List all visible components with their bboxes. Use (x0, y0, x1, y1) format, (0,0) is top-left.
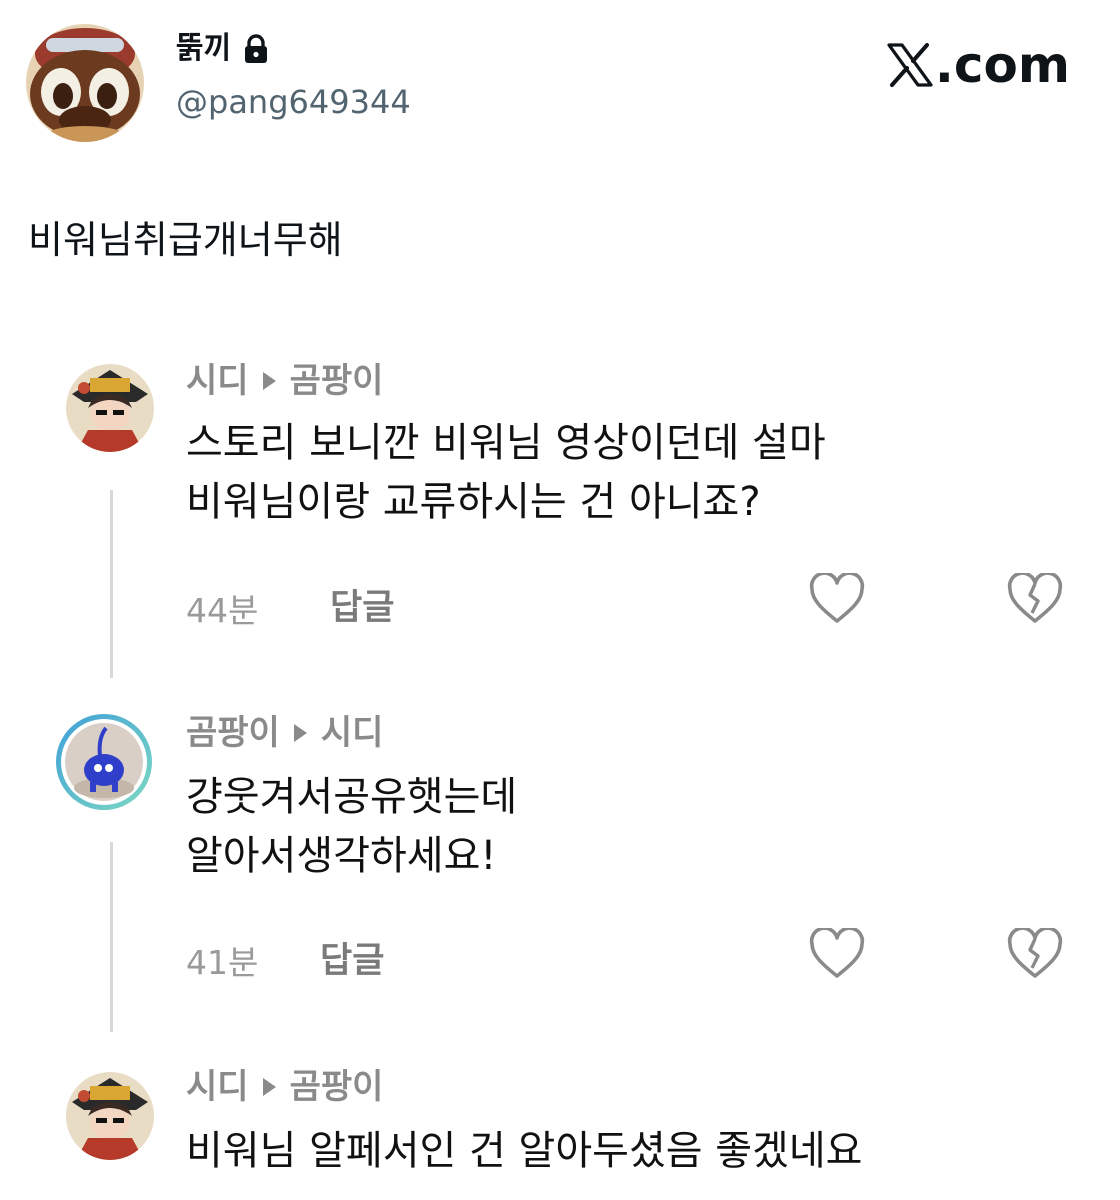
heart-icon[interactable] (808, 928, 866, 980)
author-name-text: 뚥끼 (176, 31, 232, 66)
reply-button[interactable]: 답글 (320, 944, 384, 979)
thread-line (110, 490, 113, 678)
author-handle[interactable]: @pang649344 (176, 86, 411, 118)
comment-avatar-image (66, 364, 154, 452)
broken-heart-icon[interactable] (1006, 928, 1064, 980)
comment-avatar-image (56, 714, 152, 810)
reply-button[interactable]: 답글 (330, 591, 394, 626)
comment-text: 스토리 보니깐 비워님 영상이던데 설마 비워님이랑 교류하시는 건 아니죠? (186, 420, 826, 526)
author-avatar[interactable] (26, 24, 144, 142)
thread-line (110, 842, 113, 1032)
x-brand-logo: .com (887, 40, 1070, 90)
author-name[interactable]: 뚥끼 (176, 34, 269, 64)
comment-meta: 곰팡이 시디 (186, 716, 383, 750)
comment-text: 걍웃겨서공유햇는데 알아서생각하세요! (186, 774, 518, 880)
comment-author[interactable]: 시디 (186, 1070, 249, 1104)
arrow-right-icon (293, 724, 307, 742)
comment-text: 비워님 알페서인 건 알아두셨음 좋겠네요 (186, 1128, 863, 1174)
heart-icon[interactable] (808, 573, 866, 625)
broken-heart-icon[interactable] (1006, 573, 1064, 625)
comment-avatar[interactable] (54, 712, 154, 812)
arrow-right-icon (262, 372, 276, 390)
comment-reply-to[interactable]: 곰팡이 (290, 1070, 384, 1104)
comment-meta: 시디 곰팡이 (186, 1070, 383, 1104)
comment-meta: 시디 곰팡이 (186, 364, 383, 398)
comment-reply-to[interactable]: 곰팡이 (290, 364, 384, 398)
author-avatar-image (26, 24, 144, 142)
x-logo-icon (887, 43, 933, 87)
comment-time: 44분 (186, 591, 259, 630)
lock-icon (245, 34, 268, 63)
comment-author[interactable]: 곰팡이 (186, 716, 280, 750)
comment-avatar[interactable] (66, 1072, 154, 1160)
comment-avatar-image (66, 1072, 154, 1160)
tweet-text: 비워님취급개너무해 (28, 218, 343, 262)
comment-time: 41분 (186, 943, 259, 982)
brand-domain-text: .com (934, 36, 1070, 94)
comment-author[interactable]: 시디 (186, 364, 249, 398)
comment-avatar[interactable] (66, 364, 154, 452)
comment-reply-to[interactable]: 시디 (321, 716, 384, 750)
arrow-right-icon (262, 1078, 276, 1096)
